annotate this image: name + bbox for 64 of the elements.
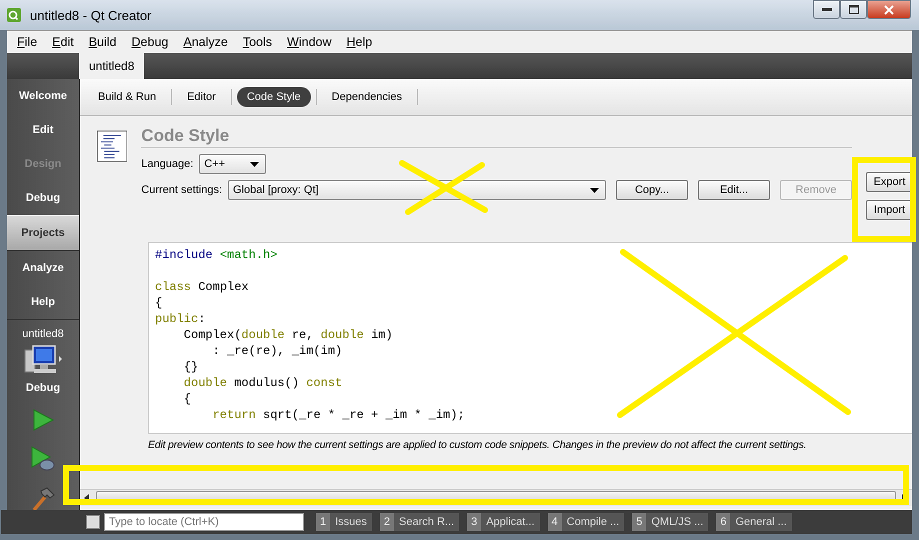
code-line: class Complex (155, 280, 249, 294)
close-icon (884, 4, 894, 14)
output-pane-button[interactable]: 3 Applicat... (467, 513, 540, 531)
language-label: Language: (141, 158, 194, 170)
run-icon[interactable] (31, 408, 55, 432)
scroll-left-icon[interactable] (84, 494, 90, 502)
maximize-icon (848, 5, 858, 14)
dropdown-arrow-icon (250, 162, 260, 166)
window-title: untitled8 - Qt Creator (30, 8, 152, 22)
settings-tab[interactable]: Code Style (236, 87, 311, 107)
output-pane-button[interactable]: 5 QML/JS ... (632, 513, 708, 531)
output-pane-button[interactable]: 6 General ... (716, 513, 792, 531)
hammer-icon[interactable] (30, 486, 56, 512)
code-preview[interactable]: #include <math.h> class Complex { public: Complex(double re, double im) : _re(re), _im(im) {} double modulus() const { return sqrt(_re * _re + _im * _im); (148, 242, 912, 434)
code-line: : _re(re), _im(im) (212, 344, 342, 358)
mode-button[interactable]: Debug (7, 181, 79, 215)
maximize-button[interactable] (840, 0, 867, 19)
debug-run-icon[interactable] (30, 446, 56, 472)
output-pane-button[interactable]: 1 Issues (316, 513, 372, 531)
code-line: { (182, 392, 192, 406)
page-title: Code Style (141, 126, 852, 148)
dropdown-arrow-icon (590, 188, 599, 192)
settings-tab[interactable]: Editor (177, 87, 226, 107)
locator-field[interactable]: Type to locate (Ctrl+K) (104, 513, 304, 531)
hint-text: Edit preview contents to see how the current settings are applied to custom code snippets. Changes in the preview do not affect the current settings. (148, 439, 808, 451)
build-config: Debug (26, 382, 60, 394)
output-pane-button[interactable]: 4 Compile ... (548, 513, 624, 531)
close-button[interactable] (867, 0, 911, 19)
minimize-icon (822, 8, 832, 12)
menu-item[interactable]: Debug (132, 35, 168, 49)
sidebar-toggle-icon[interactable] (86, 515, 100, 529)
menu-item[interactable]: Window (287, 35, 332, 49)
minimize-button[interactable] (813, 0, 840, 19)
settings-dropdown[interactable]: Global [proxy: Qt] (228, 180, 606, 200)
menu-item[interactable]: Tools (242, 35, 272, 49)
action-button[interactable]: Edit... (698, 180, 770, 200)
code-line: #include <math.h> (155, 248, 278, 262)
action-button[interactable]: Export (866, 172, 912, 192)
code-line: double modulus() const (182, 376, 342, 390)
code-line: return sqrt(_re * _re + _im * _im); (212, 408, 465, 422)
mode-button[interactable]: Projects (7, 215, 79, 251)
project-tab[interactable]: untitled8 (79, 53, 144, 79)
language-dropdown[interactable]: C++ (199, 154, 266, 174)
settings-tab[interactable]: Build & Run (88, 87, 166, 107)
action-button[interactable]: Import (866, 200, 912, 220)
output-pane-button[interactable]: 2 Search R... (380, 513, 460, 531)
menu-item[interactable]: Help (346, 35, 372, 49)
settings-tab[interactable]: Dependencies (322, 87, 412, 107)
code-line: public: (155, 312, 206, 326)
mode-button[interactable]: Welcome (7, 79, 79, 113)
code-line: { (155, 296, 162, 310)
code-line: Complex(double re, double im) (182, 328, 393, 342)
action-button[interactable]: Copy... (616, 180, 688, 200)
settings-label: Current settings: (141, 184, 222, 196)
mode-button[interactable]: Edit (7, 113, 79, 147)
project-name: untitled8 (22, 328, 64, 340)
mode-button[interactable]: Help (7, 285, 79, 319)
code-line: {} (182, 360, 198, 374)
menu-item[interactable]: Build (88, 35, 117, 49)
menu-item[interactable]: File (17, 35, 38, 49)
menu-item[interactable]: Edit (52, 35, 74, 49)
app-logo-icon (6, 7, 22, 23)
menu-item[interactable]: Analyze (183, 35, 228, 49)
mode-button[interactable]: Analyze (7, 251, 79, 285)
